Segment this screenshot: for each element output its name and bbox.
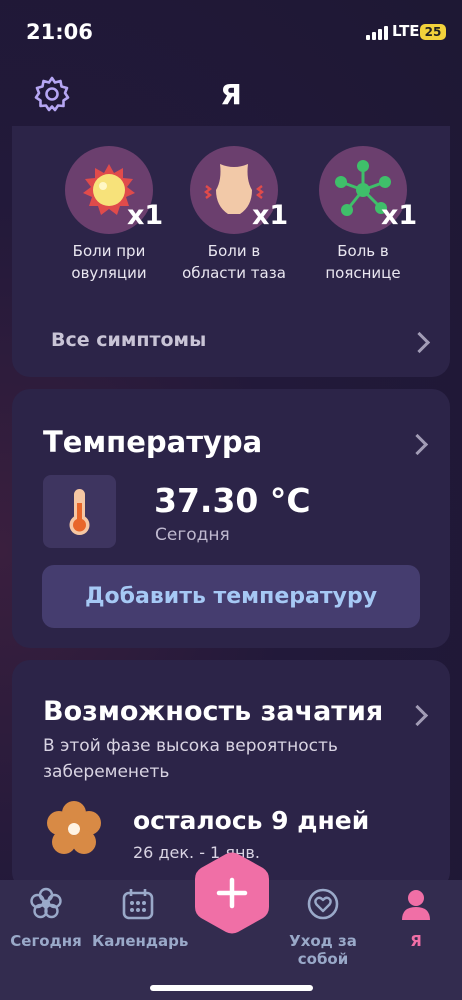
temperature-title: Температура bbox=[43, 425, 263, 459]
calendar-icon bbox=[122, 889, 154, 920]
signal-icon bbox=[366, 26, 388, 40]
network-label: LTE bbox=[392, 22, 420, 40]
plus-icon bbox=[195, 852, 269, 934]
temperature-card: Температура 37.30 °C Сегодня Добавить те… bbox=[12, 389, 450, 648]
symptom-label: Боль в пояснице bbox=[325, 242, 401, 282]
page-title: Я bbox=[220, 78, 242, 111]
pelvic-pain-icon: x1 bbox=[190, 146, 288, 234]
symptom-count: x1 bbox=[252, 200, 289, 231]
symptom-label: Боли при овуляции bbox=[71, 242, 147, 282]
fertility-flower-icon bbox=[45, 800, 103, 858]
symptom-pelvic-pain[interactable]: x1 Боли в области таза bbox=[174, 146, 294, 284]
all-symptoms-label: Все симптомы bbox=[51, 329, 207, 351]
symptom-count: x1 bbox=[381, 200, 418, 231]
symptom-ovulation-pain[interactable]: x1 Боли при овуляции bbox=[49, 146, 169, 284]
temperature-date: Сегодня bbox=[155, 525, 230, 545]
tab-label: Календарь bbox=[92, 932, 189, 950]
symptom-label: Боли в области таза bbox=[182, 242, 286, 282]
status-time: 21:06 bbox=[26, 20, 93, 44]
tab-today[interactable]: Сегодня bbox=[0, 880, 92, 960]
chevron-right-icon[interactable] bbox=[406, 433, 429, 456]
tab-selfcare[interactable]: Уход за собой bbox=[266, 880, 380, 968]
tab-calendar[interactable]: Календарь bbox=[92, 880, 189, 960]
selfcare-heart-icon bbox=[307, 888, 339, 920]
all-symptoms-link[interactable]: Все симптомы bbox=[12, 316, 450, 366]
status-bar: 21:06 LTE 25 bbox=[0, 0, 462, 64]
temperature-value: 37.30 °C bbox=[154, 481, 311, 520]
tab-label: Сегодня bbox=[10, 932, 82, 950]
tab-label: Уход за собой bbox=[289, 932, 357, 968]
symptom-back-pain[interactable]: x1 Боль в пояснице bbox=[303, 146, 423, 284]
tab-me[interactable]: Я bbox=[380, 880, 452, 960]
flower-icon bbox=[30, 887, 62, 919]
chevron-right-icon[interactable] bbox=[406, 704, 429, 727]
header: Я bbox=[0, 64, 462, 126]
symptom-count: x1 bbox=[127, 200, 164, 231]
add-button[interactable] bbox=[193, 850, 271, 936]
conception-description: В этой фазе высока вероятность заберемен… bbox=[43, 736, 338, 782]
thermometer-icon bbox=[43, 475, 116, 548]
tab-label: Я bbox=[410, 932, 422, 950]
conception-title: Возможность зачатия bbox=[43, 696, 384, 727]
symptoms-card: x1 Боли при овуляции x1 Боли в области т… bbox=[12, 126, 450, 377]
add-temperature-button[interactable]: Добавить температуру bbox=[42, 565, 420, 628]
days-left: осталось 9 дней bbox=[133, 806, 370, 835]
home-indicator bbox=[150, 985, 313, 991]
battery-icon: 25 bbox=[420, 24, 446, 40]
ovulation-pain-icon: x1 bbox=[65, 146, 163, 234]
chevron-right-icon bbox=[408, 331, 431, 354]
back-pain-icon: x1 bbox=[319, 146, 417, 234]
profile-icon bbox=[402, 890, 430, 920]
